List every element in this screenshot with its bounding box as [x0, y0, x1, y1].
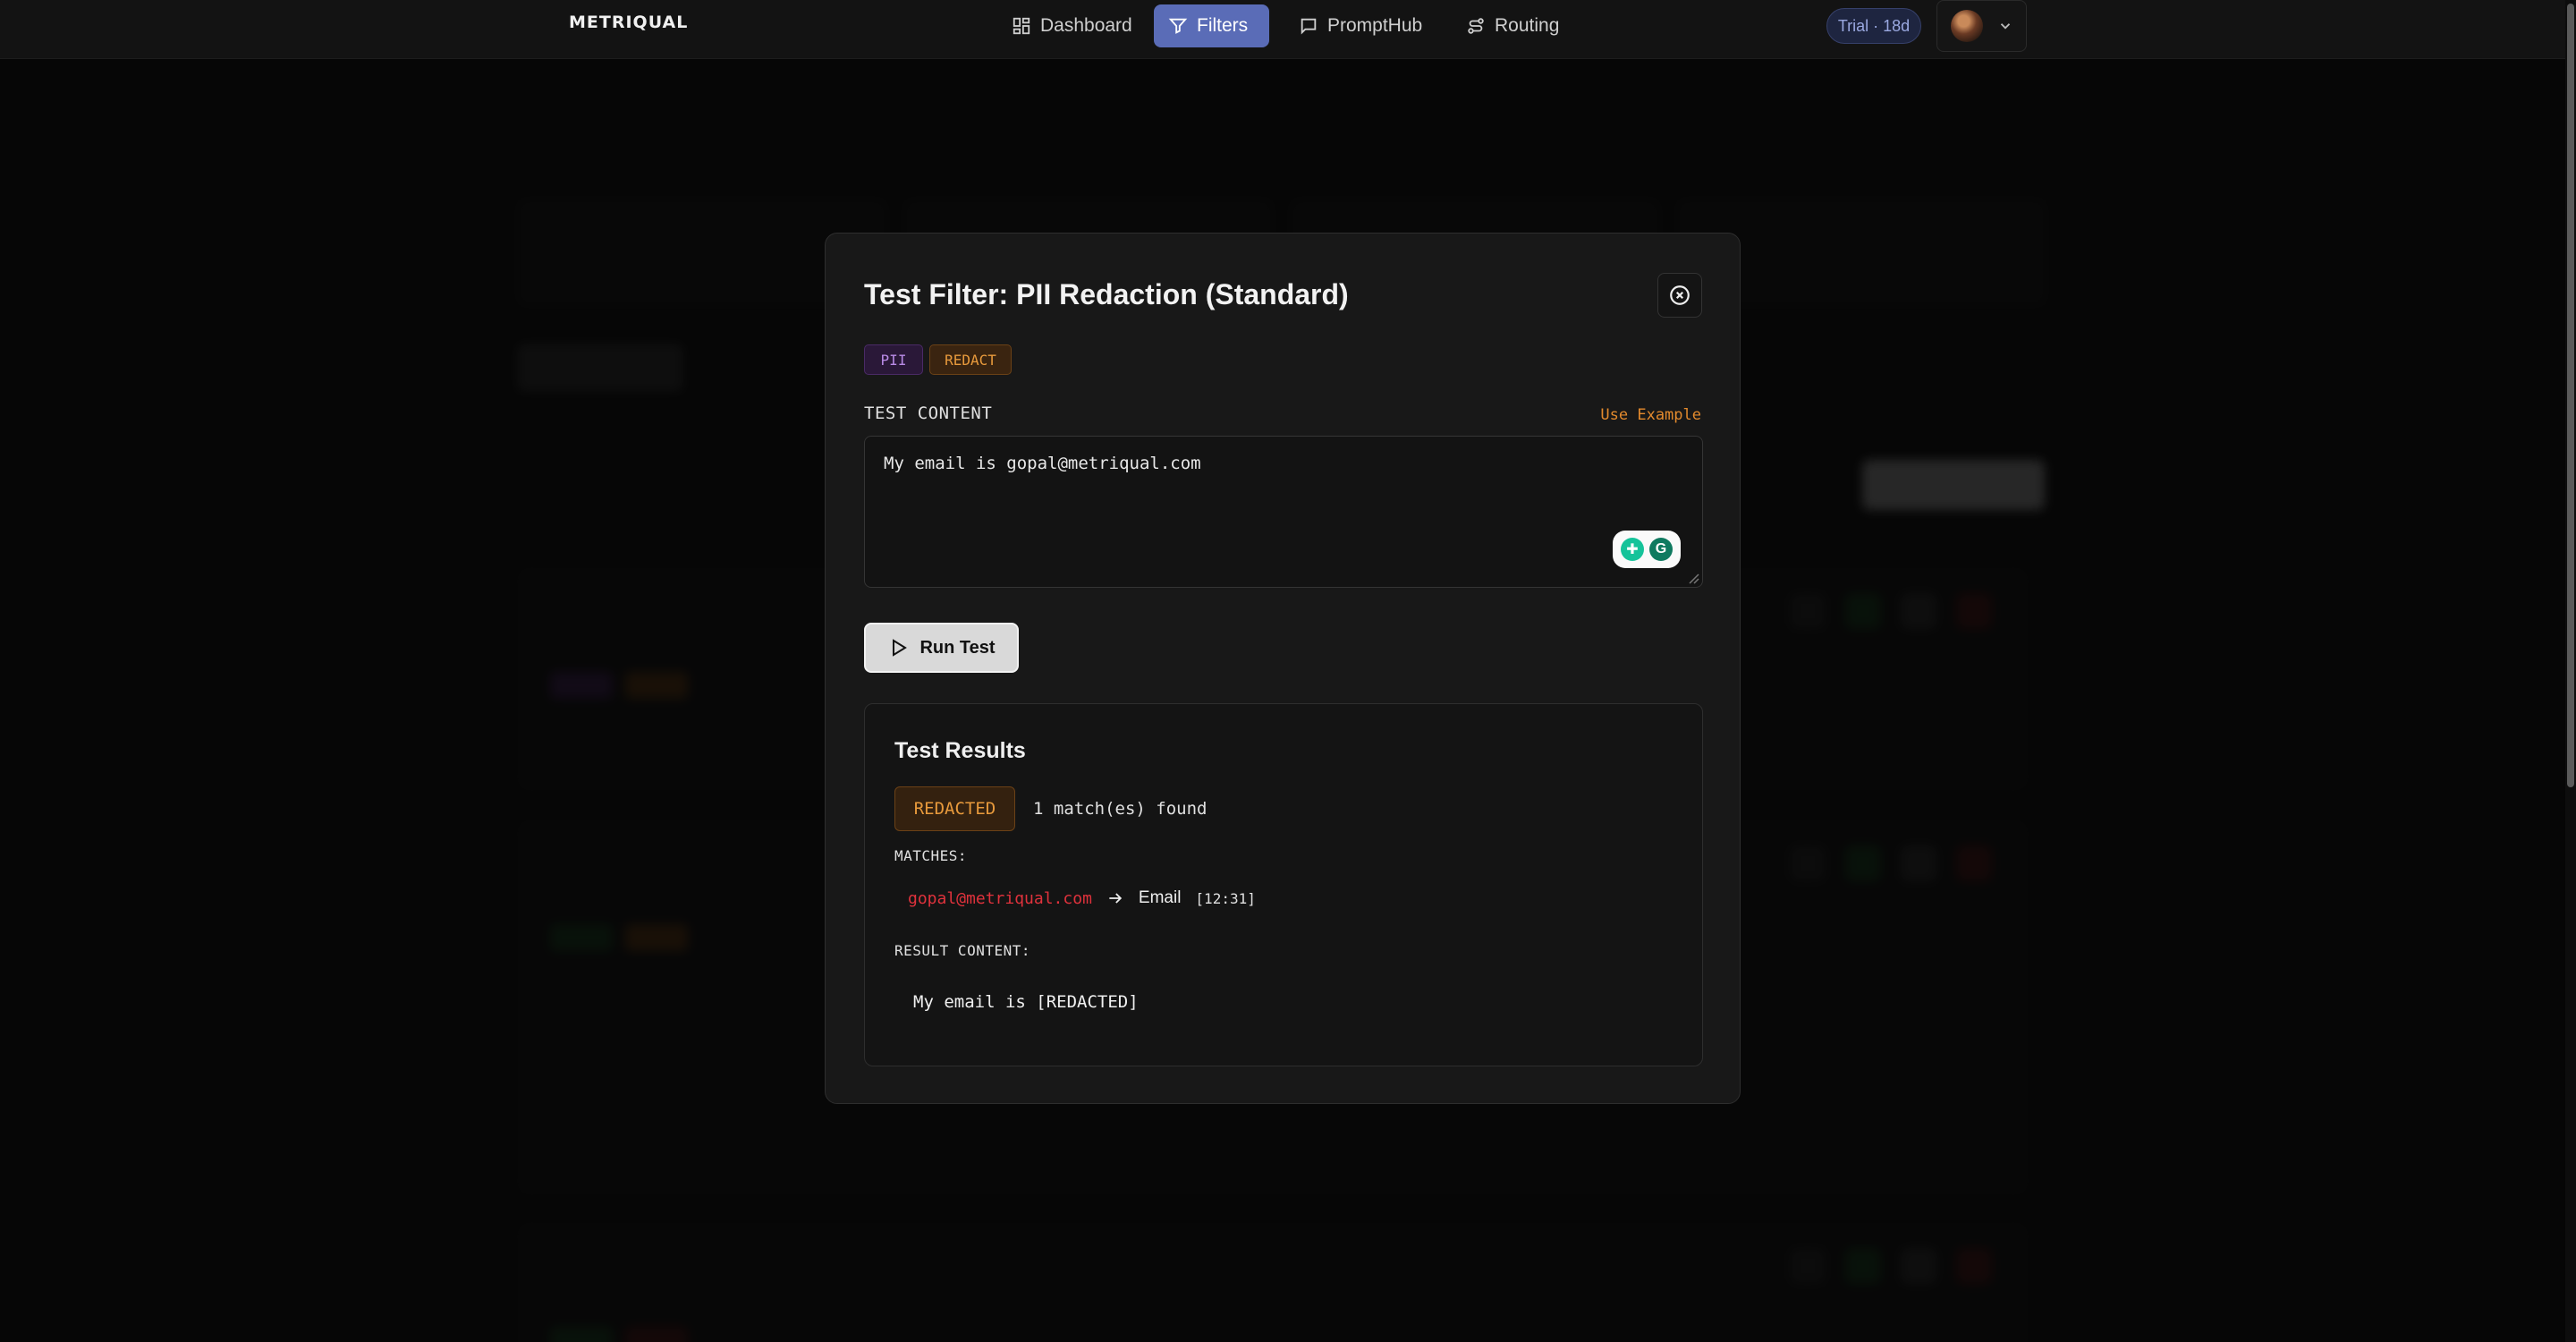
match-count: 1 match(es) found [1033, 799, 1208, 819]
filter-funnel-icon [1168, 18, 1188, 34]
test-content-input[interactable]: My email is gopal@metriqual.com [864, 436, 1703, 588]
resize-grip-icon[interactable] [1687, 572, 1699, 584]
result-content: My email is [REDACTED] [913, 992, 1139, 1012]
run-test-label: Run Test [919, 637, 996, 658]
match-row: gopal@metriqual.com Email [12:31] [908, 888, 1256, 908]
redact-tag: REDACT [929, 344, 1012, 375]
scrollbar-thumb[interactable] [2567, 4, 2574, 787]
lightbulb-icon: ✚ [1621, 538, 1644, 561]
status-badge: REDACTED [894, 786, 1015, 831]
avatar [1950, 10, 1983, 42]
nav-tab-label: Filters [1197, 15, 1249, 36]
match-type: Email [1138, 888, 1182, 907]
nav-tab-label: PromptHub [1327, 15, 1423, 36]
arrow-right-icon [1109, 893, 1123, 904]
routing-icon [1468, 18, 1484, 34]
results-title: Test Results [894, 738, 1026, 763]
test-filter-modal: Test Filter: PII Redaction (Standard) PI… [825, 233, 1741, 1104]
match-position: [12:31] [1195, 889, 1256, 907]
grammarly-icon: G [1649, 538, 1673, 561]
result-content-label: RESULT CONTENT: [894, 942, 1030, 959]
match-value: gopal@metriqual.com [908, 888, 1092, 908]
chat-bubble-icon [1301, 18, 1317, 35]
use-example-link[interactable]: Use Example [1600, 406, 1701, 424]
modal-title: Test Filter: PII Redaction (Standard) [864, 278, 1349, 310]
test-content-text: My email is gopal@metriqual.com [884, 454, 1201, 473]
nav-tab-label: Routing [1495, 15, 1560, 36]
dashboard-grid-icon [1013, 17, 1030, 35]
nav-tab-label: Dashboard [1040, 15, 1132, 36]
matches-label: MATCHES: [894, 847, 968, 864]
chevron-down-icon [2000, 23, 2010, 30]
user-menu-button[interactable] [1936, 0, 2027, 52]
close-icon [1670, 285, 1690, 305]
trial-badge[interactable]: Trial · 18d [1826, 8, 1921, 44]
nav-tab-dashboard[interactable]: Dashboard [997, 4, 1147, 47]
test-content-label: TEST CONTENT [864, 403, 993, 423]
grammarly-widget[interactable]: ✚ G [1613, 531, 1681, 568]
nav-tab-filters[interactable]: Filters [1154, 4, 1269, 47]
nav-tab-prompthub[interactable]: PromptHub [1284, 4, 1436, 47]
close-button[interactable] [1657, 273, 1702, 318]
app-logo[interactable]: METRIQUAL [569, 13, 688, 34]
play-icon [893, 639, 908, 657]
top-nav: METRIQUAL Dashboard Filters PromptHub Ro… [0, 0, 2565, 59]
test-results-panel: Test Results REDACTED 1 match(es) found … [864, 703, 1703, 1066]
run-test-button[interactable]: Run Test [864, 623, 1019, 673]
nav-tab-routing[interactable]: Routing [1452, 4, 1573, 47]
pii-tag: PII [864, 344, 923, 375]
